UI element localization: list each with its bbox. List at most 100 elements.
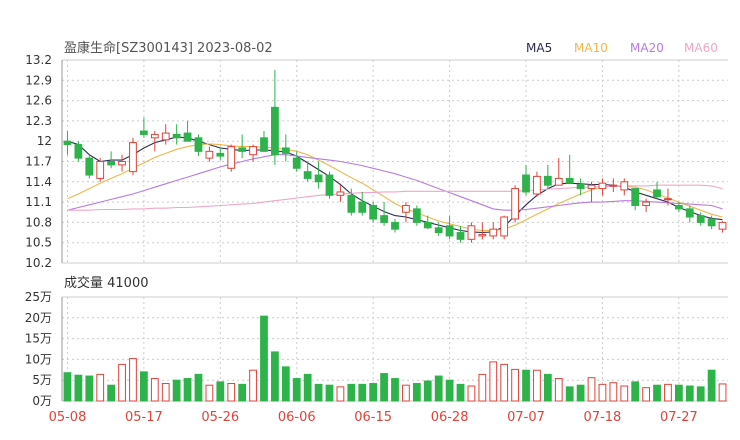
date-tick-label: 07-07	[507, 410, 545, 425]
date-tick-label: 06-28	[431, 410, 469, 425]
volume-bar-up	[150, 378, 159, 402]
volume-bar-down	[653, 384, 661, 402]
candle-down	[685, 208, 694, 218]
date-tick-label: 06-06	[278, 410, 316, 425]
candle-up	[467, 225, 476, 240]
candle-up	[620, 181, 629, 191]
candle-down	[260, 137, 268, 152]
candle-down	[292, 157, 301, 169]
candle-down	[347, 194, 356, 213]
volume-tick-label: 25万	[25, 290, 52, 304]
volume-bar-down	[391, 378, 399, 402]
candle-up	[227, 146, 236, 169]
volume-label: 成交量 41000	[64, 275, 149, 291]
volume-bar-down	[369, 383, 378, 402]
volume-tick-label: 0万	[32, 394, 52, 408]
candle-up	[554, 177, 563, 186]
candle-down	[696, 215, 705, 223]
candle-down	[63, 140, 72, 146]
volume-bar-down	[576, 384, 585, 402]
candle-down	[456, 232, 465, 240]
candle-up	[533, 175, 541, 195]
volume-bar-down	[292, 378, 301, 402]
volume-bar-down	[74, 374, 83, 402]
date-tick-label: 05-17	[125, 410, 163, 425]
candle-down	[358, 201, 367, 213]
candle-down	[107, 161, 116, 166]
candle-down	[271, 106, 279, 156]
candle-down	[522, 174, 530, 193]
legend-ma10: MA10	[574, 41, 608, 55]
volume-bar-up	[598, 383, 607, 402]
price-tick-label: 12.9	[25, 73, 52, 87]
price-tick-label: 11.7	[25, 155, 52, 169]
volume-bar-up	[664, 383, 672, 402]
candlesticks	[63, 70, 727, 243]
candle-down	[423, 221, 432, 229]
candle-up	[718, 221, 727, 230]
date-tick-label: 06-15	[354, 410, 392, 425]
volume-bar-down	[347, 383, 356, 402]
candle-up	[402, 204, 410, 213]
candle-up	[664, 198, 672, 201]
volume-bar-up	[129, 358, 137, 402]
volume-bar-down	[707, 369, 716, 402]
date-tick-label: 05-08	[49, 410, 87, 425]
volume-y-axis: 25万 20万 15万 10万 5万 0万	[25, 290, 52, 408]
price-tick-label: 11.4	[25, 175, 52, 189]
candle-up	[336, 191, 345, 196]
volume-bar-down	[85, 375, 94, 402]
candle-up	[118, 161, 126, 166]
candle-up	[150, 133, 159, 139]
candle-down	[216, 152, 225, 157]
date-tick-label: 07-18	[584, 410, 622, 425]
candle-up	[129, 142, 137, 173]
volume-bar-down	[565, 386, 574, 402]
candle-up	[249, 146, 257, 156]
volume-bar-up	[205, 384, 214, 402]
volume-bar-down	[140, 371, 148, 402]
candle-up	[598, 182, 607, 190]
volume-bar-up	[609, 382, 618, 402]
legend-ma60: MA60	[684, 41, 718, 55]
volume-bar-down	[412, 383, 421, 402]
candle-down	[314, 174, 323, 183]
candle-up	[96, 161, 105, 179]
chart-title: 盈康生命[SZ300143] 2023-08-02	[64, 40, 273, 56]
candle-down	[576, 184, 585, 190]
volume-bar-down	[696, 386, 705, 402]
volume-bar-down	[107, 384, 116, 402]
candle-up	[587, 184, 596, 190]
volume-bar-down	[271, 351, 279, 402]
volume-bar-down	[674, 384, 683, 402]
volume-bar-up	[533, 369, 541, 402]
candle-down	[674, 204, 683, 210]
volume-bar-up	[478, 373, 487, 402]
volume-bar-down	[423, 380, 432, 402]
volume-bar-down	[456, 383, 465, 402]
candle-down	[412, 208, 421, 223]
price-tick-label: 11.1	[25, 195, 52, 209]
legend: MA5 MA10 MA20 MA60	[526, 41, 718, 55]
candle-up	[500, 216, 509, 237]
candle-up	[511, 188, 519, 220]
candle-down	[303, 171, 312, 179]
price-tick-label: 12.6	[25, 94, 52, 108]
candle-down	[85, 157, 94, 176]
volume-bar-up	[467, 385, 476, 402]
candle-down	[74, 144, 83, 159]
volume-bar-up	[249, 369, 257, 402]
candle-up	[161, 132, 170, 141]
volume-bar-down	[685, 385, 694, 402]
volume-bar-up	[554, 378, 563, 402]
volume-bar-down	[325, 384, 334, 402]
candle-down	[445, 225, 454, 237]
candle-down	[325, 174, 334, 196]
volume-bar-up	[96, 373, 105, 402]
volume-bar-down	[522, 369, 530, 402]
volume-bar-down	[631, 381, 640, 402]
volume-bar-down	[216, 381, 225, 402]
volume-bar-down	[194, 373, 203, 402]
candle-up	[489, 228, 498, 237]
volume-bar-up	[642, 387, 650, 402]
